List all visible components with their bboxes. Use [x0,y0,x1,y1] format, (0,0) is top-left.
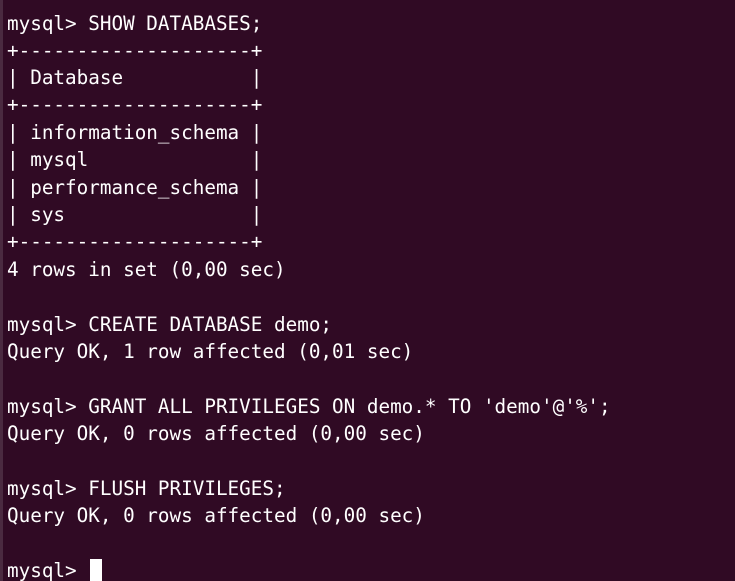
prompt-line[interactable]: mysql> [7,557,103,581]
command-flush-privileges: mysql> FLUSH PRIVILEGES; [7,477,286,500]
table-row: | performance_schema | [7,176,263,199]
command-show-databases: mysql> SHOW DATABASES; [7,12,263,35]
table-border-top: +--------------------+ [7,39,263,62]
table-header: | Database | [7,66,263,89]
text-cursor [90,559,103,581]
terminal-window[interactable]: mysql> SHOW DATABASES; +----------------… [0,0,735,581]
query-result: Query OK, 1 row affected (0,01 sec) [7,340,414,363]
command-grant-privileges: mysql> GRANT ALL PRIVILEGES ON demo.* TO… [7,395,611,418]
window-left-edge [0,0,3,581]
table-row: | information_schema | [7,121,263,144]
prompt: mysql> [7,559,89,581]
table-border-bottom: +--------------------+ [7,230,263,253]
command-create-database: mysql> CREATE DATABASE demo; [7,313,333,336]
result-summary: 4 rows in set (0,00 sec) [7,258,286,281]
query-result: Query OK, 0 rows affected (0,00 sec) [7,504,425,527]
table-row: | mysql | [7,148,263,171]
query-result: Query OK, 0 rows affected (0,00 sec) [7,422,425,445]
table-row: | sys | [7,203,263,226]
table-border-header: +--------------------+ [7,93,263,116]
